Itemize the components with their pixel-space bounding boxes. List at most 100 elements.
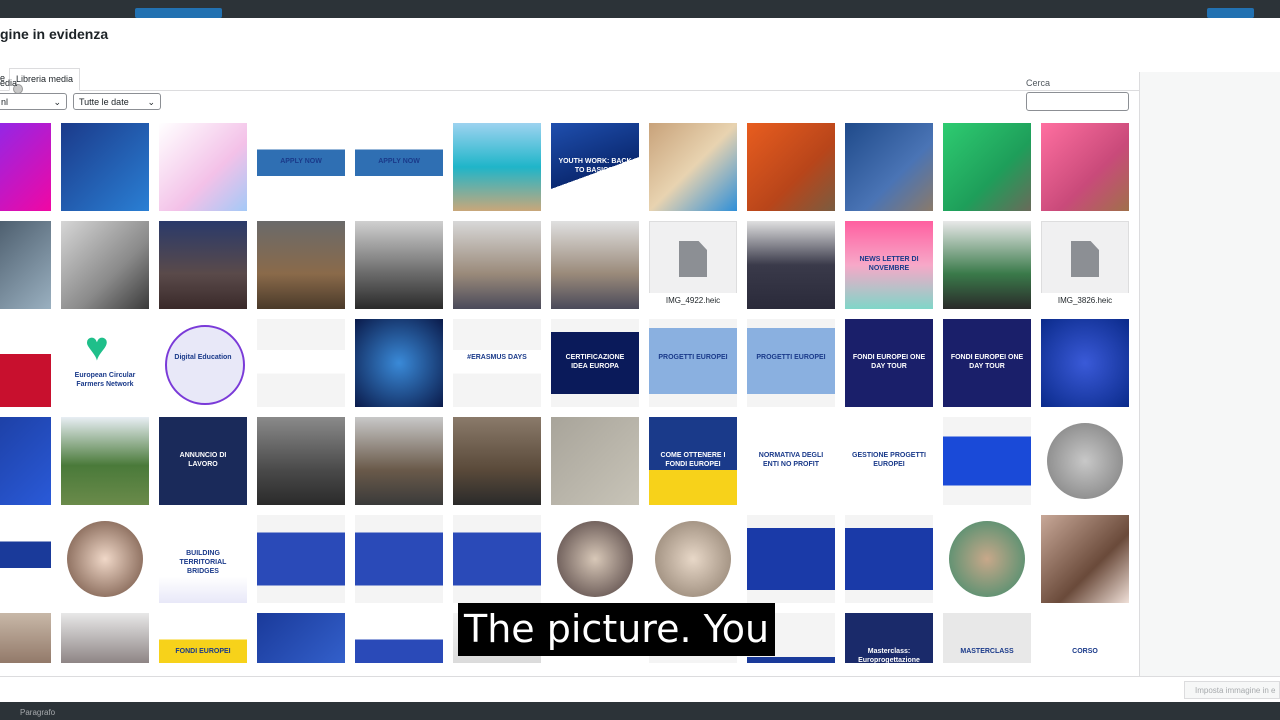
- media-thumbnail[interactable]: APPLY NOW: [355, 123, 443, 211]
- media-thumbnail[interactable]: [551, 417, 639, 505]
- media-thumbnail[interactable]: [61, 221, 149, 309]
- media-thumbnail[interactable]: [0, 613, 51, 663]
- media-thumbnail[interactable]: [845, 123, 933, 211]
- media-thumbnail[interactable]: YOUTH WORK: BACK TO BASICS!: [551, 123, 639, 211]
- admin-top-bar: [0, 0, 1280, 18]
- thumbnail-image: [0, 417, 51, 505]
- media-thumbnail[interactable]: BUILDING TERRITORIAL BRIDGES: [159, 515, 247, 603]
- search-label: Cerca: [1026, 78, 1051, 88]
- media-thumbnail[interactable]: [943, 515, 1031, 603]
- media-thumbnail[interactable]: [453, 417, 541, 505]
- media-thumbnail[interactable]: [1041, 123, 1129, 211]
- media-thumbnail[interactable]: [1041, 417, 1129, 505]
- media-thumbnail[interactable]: [747, 123, 835, 211]
- media-thumbnail[interactable]: MASTERCLASS: [943, 613, 1031, 663]
- media-thumbnail[interactable]: [0, 221, 51, 309]
- media-thumbnail[interactable]: [0, 417, 51, 505]
- media-thumbnail[interactable]: [355, 221, 443, 309]
- media-thumbnail[interactable]: [61, 613, 149, 663]
- media-thumbnail[interactable]: [453, 123, 541, 211]
- media-thumbnail[interactable]: [1041, 515, 1129, 603]
- media-thumbnail[interactable]: Masterclass: Europrogettazione: [845, 613, 933, 663]
- media-thumbnail[interactable]: [257, 319, 345, 407]
- media-thumbnail[interactable]: [0, 319, 51, 407]
- media-thumbnail[interactable]: [649, 123, 737, 211]
- media-thumbnail[interactable]: [355, 613, 443, 663]
- media-thumbnail[interactable]: [551, 221, 639, 309]
- media-thumbnail[interactable]: IMG_3826.heic: [1041, 221, 1129, 309]
- editor-bottom-bar: Paragrafo: [0, 702, 1280, 720]
- media-thumbnail[interactable]: CERTIFICAZIONE IDEA EUROPA: [551, 319, 639, 407]
- media-thumbnail[interactable]: FONDI EUROPEI: [159, 613, 247, 663]
- media-thumbnail[interactable]: [61, 123, 149, 211]
- media-thumbnail[interactable]: [747, 515, 835, 603]
- thumbnail-image: [845, 123, 933, 211]
- media-thumbnail[interactable]: [845, 515, 933, 603]
- media-thumbnail[interactable]: IMG_4922.heic: [649, 221, 737, 309]
- media-type-filter[interactable]: nl ⌄: [0, 93, 67, 110]
- media-thumbnail[interactable]: [355, 515, 443, 603]
- modal-title: gine in evidenza: [0, 26, 109, 42]
- media-thumbnail[interactable]: [257, 221, 345, 309]
- round-avatar-image: [655, 521, 731, 597]
- media-thumbnail[interactable]: [257, 613, 345, 663]
- search-input[interactable]: [1026, 92, 1129, 111]
- thumbnail-image: [747, 319, 835, 407]
- media-thumbnail[interactable]: NORMATIVA DEGLI ENTI NO PROFIT: [747, 417, 835, 505]
- media-thumbnail[interactable]: ANNUNCIO DI LAVORO: [159, 417, 247, 505]
- media-thumbnail[interactable]: [943, 123, 1031, 211]
- media-thumbnail[interactable]: [1041, 319, 1129, 407]
- media-grid: APPLY NOW APPLY NOW YOUTH WORK: BACK TO BA…: [0, 123, 1139, 663]
- media-thumbnail[interactable]: GESTIONE PROGETTI EUROPEI: [845, 417, 933, 505]
- media-thumbnail[interactable]: [61, 515, 149, 603]
- thumbnail-text: YOUTH WORK: BACK TO BASICS!: [558, 158, 632, 174]
- thumbnail-text: CORSO: [1072, 648, 1098, 655]
- round-avatar-image: [165, 325, 245, 405]
- media-thumbnail[interactable]: APPLY NOW: [257, 123, 345, 211]
- thumbnail-image: [0, 123, 51, 211]
- set-featured-image-button[interactable]: Imposta immagine in e: [1184, 681, 1280, 699]
- modal-footer: Imposta immagine in e: [0, 676, 1280, 702]
- media-thumbnail[interactable]: ♥ European Circular Farmers Network: [61, 319, 149, 407]
- media-thumbnail[interactable]: [649, 515, 737, 603]
- media-thumbnail[interactable]: CORSO: [1041, 613, 1129, 663]
- media-thumbnail[interactable]: [257, 515, 345, 603]
- media-thumbnail[interactable]: [257, 417, 345, 505]
- thumbnail-image: [355, 417, 443, 505]
- media-thumbnail[interactable]: [747, 221, 835, 309]
- top-bar-button[interactable]: [135, 8, 222, 18]
- thumbnail-image: [649, 123, 737, 211]
- media-thumbnail[interactable]: FONDI EUROPEI ONE DAY TOUR: [943, 319, 1031, 407]
- media-thumbnail[interactable]: [453, 515, 541, 603]
- thumbnail-text: #ERASMUS DAYS: [467, 354, 527, 361]
- media-thumbnail[interactable]: Digital Education: [159, 319, 247, 407]
- video-subtitle: The picture. You: [458, 603, 776, 656]
- media-thumbnail[interactable]: [551, 515, 639, 603]
- block-breadcrumb[interactable]: Paragrafo: [20, 708, 55, 717]
- date-filter[interactable]: Tutte le date ⌄: [73, 93, 161, 110]
- media-thumbnail[interactable]: [943, 221, 1031, 309]
- media-thumbnail[interactable]: [61, 417, 149, 505]
- media-thumbnail[interactable]: PROGETTI EUROPEI: [649, 319, 737, 407]
- media-thumbnail[interactable]: [453, 221, 541, 309]
- thumbnail-image: [453, 123, 541, 211]
- media-thumbnail[interactable]: #ERASMUS DAYS: [453, 319, 541, 407]
- media-thumbnail[interactable]: [159, 123, 247, 211]
- file-name: IMG_4922.heic: [649, 293, 737, 309]
- media-thumbnail[interactable]: [943, 417, 1031, 505]
- thumbnail-image: [845, 515, 933, 603]
- media-thumbnail[interactable]: [355, 319, 443, 407]
- media-thumbnail[interactable]: COME OTTENERE I FONDI EUROPEI: [649, 417, 737, 505]
- thumbnail-image: [747, 123, 835, 211]
- thumbnail-text: MASTERCLASS: [960, 648, 1014, 655]
- media-thumbnail[interactable]: [0, 123, 51, 211]
- round-avatar-image: [67, 521, 143, 597]
- media-thumbnail[interactable]: NEWS LETTER DI NOVEMBRE: [845, 221, 933, 309]
- top-bar-publish-button[interactable]: [1207, 8, 1254, 18]
- attachment-details-sidebar: [1139, 72, 1280, 676]
- media-thumbnail[interactable]: [355, 417, 443, 505]
- media-thumbnail[interactable]: PROGETTI EUROPEI: [747, 319, 835, 407]
- media-thumbnail[interactable]: [0, 515, 51, 603]
- media-thumbnail[interactable]: [159, 221, 247, 309]
- media-thumbnail[interactable]: FONDI EUROPEI ONE DAY TOUR: [845, 319, 933, 407]
